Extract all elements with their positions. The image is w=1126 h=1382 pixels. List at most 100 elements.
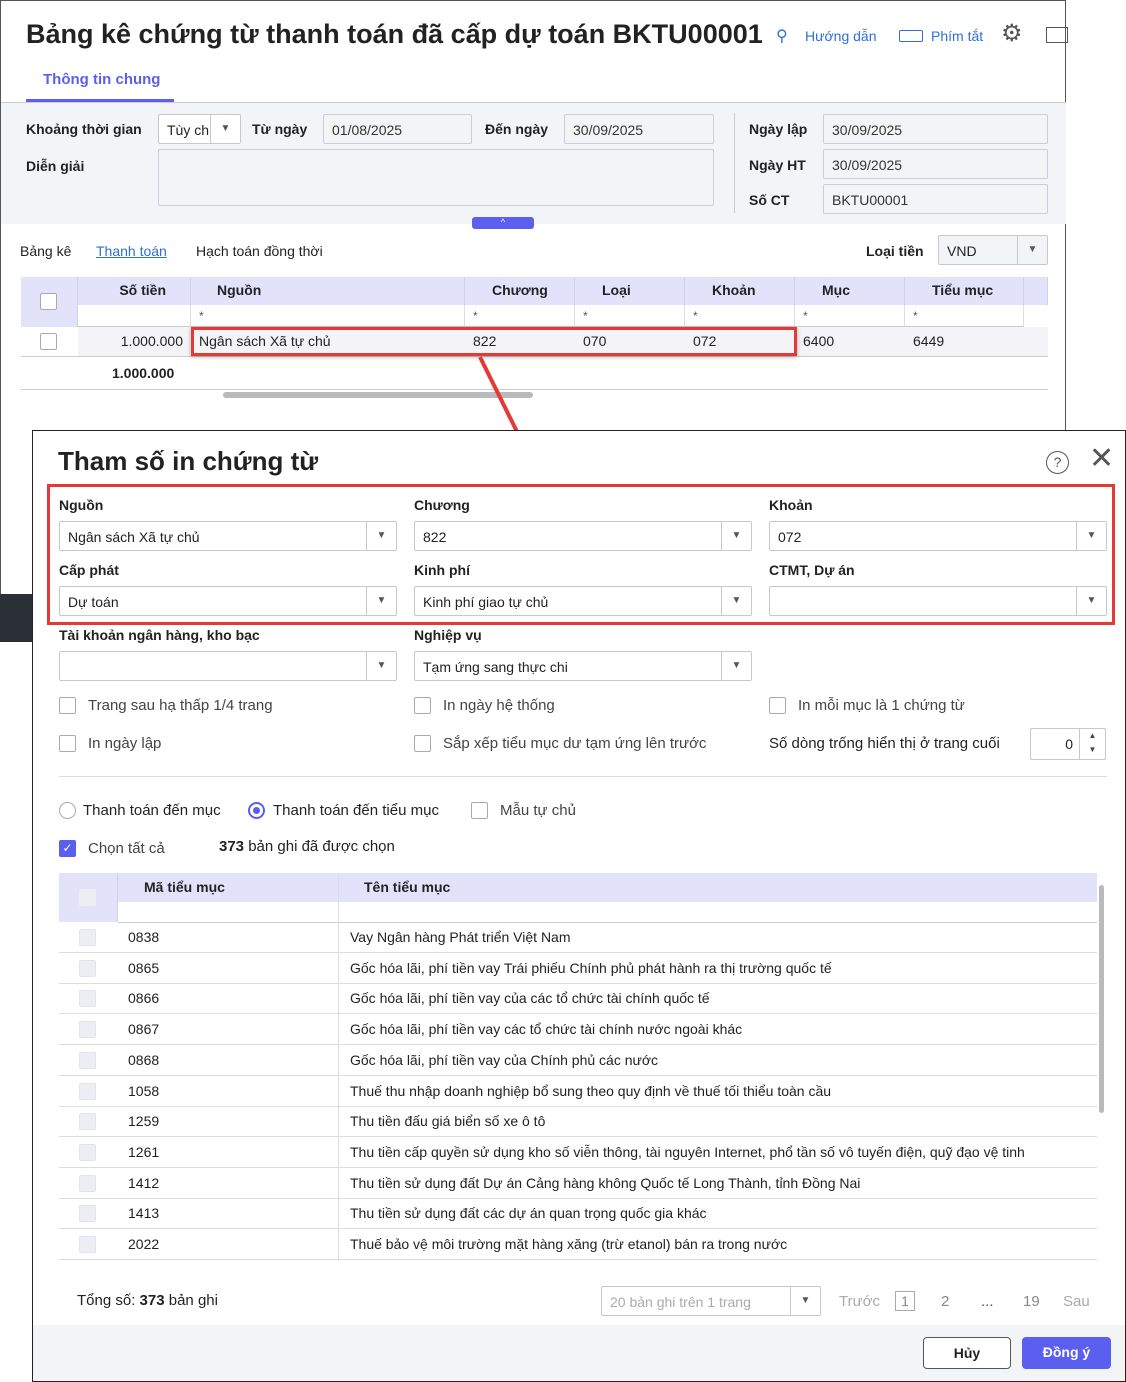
empty-rows-value: 0 [1065, 736, 1073, 752]
close-icon[interactable]: ✕ [1089, 444, 1114, 474]
chapter-value: 822 [423, 529, 447, 545]
print-date-checkbox[interactable] [59, 735, 76, 752]
operation-value: Tạm ứng sang thực chi [423, 659, 568, 675]
allocation-select[interactable]: Dự toán ▼ [59, 586, 397, 616]
item-select[interactable]: 072 ▼ [769, 521, 1107, 551]
callout-arrow [478, 356, 541, 480]
page-1[interactable]: 1 [895, 1291, 915, 1311]
ok-button[interactable]: Đồng ý [1022, 1337, 1111, 1369]
cell-code: 1261 [128, 1143, 160, 1160]
chevron-down-icon: ▼ [1076, 587, 1106, 615]
chevron-down-icon: ▼ [721, 587, 751, 615]
item-value: 072 [778, 529, 802, 545]
source-value: Ngân sách Xã tự chủ [68, 529, 200, 545]
row-checkbox[interactable] [79, 1236, 96, 1253]
cancel-button[interactable]: Hủy [923, 1337, 1011, 1369]
total-suffix: bản ghi [168, 1292, 218, 1309]
cell-code: 1058 [128, 1082, 160, 1099]
grid-select-all-checkbox[interactable] [79, 889, 96, 906]
custom-template-checkbox[interactable] [471, 802, 488, 819]
cell-code: 0868 [128, 1051, 160, 1068]
stepper-arrows-icon[interactable]: ▲ ▼ [1079, 729, 1105, 759]
page-2[interactable]: 2 [941, 1293, 949, 1310]
lower-page-checkbox[interactable] [59, 697, 76, 714]
one-per-item-checkbox[interactable] [769, 697, 786, 714]
table-row[interactable]: 1058 Thuế thu nhập doanh nghiệp bổ sung t… [59, 1075, 1097, 1107]
project-select[interactable]: ▼ [769, 586, 1107, 616]
table-row[interactable]: 0867 Gốc hóa lãi, phí tiền vay các tổ chứ… [59, 1014, 1097, 1046]
vertical-scrollbar[interactable] [1099, 885, 1104, 1113]
cell-name: Gốc hóa lãi, phí tiền vay Trái phiếu Chí… [338, 952, 832, 983]
row-checkbox[interactable] [79, 1113, 96, 1131]
row-checkbox[interactable] [79, 1143, 96, 1161]
funding-label: Kinh phí [414, 562, 470, 578]
col-code[interactable]: Mã tiểu mục [144, 879, 225, 895]
table-row[interactable]: 0838 Vay Ngân hàng Phát triển Việt Nam [59, 922, 1097, 953]
button-bar: Hủy Đồng ý [33, 1325, 1125, 1381]
chevron-down-icon: ▼ [721, 522, 751, 550]
table-row[interactable]: 1412 Thu tiền sử dụng đất Dự án Cảng hàng… [59, 1167, 1097, 1199]
funding-select[interactable]: Kinh phí giao tự chủ ▼ [414, 586, 752, 616]
radio-to-section[interactable] [59, 802, 76, 819]
cell-name: Thu tiền cấp quyền sử dụng kho số viễn t… [338, 1136, 1025, 1167]
lower-page-label: Trang sau hạ thấp 1/4 trang [88, 697, 273, 714]
table-row[interactable]: 0868 Gốc hóa lãi, phí tiền vay của Chính … [59, 1044, 1097, 1076]
cell-name: Vay Ngân hàng Phát triển Việt Nam [338, 922, 571, 952]
grid-filter-row[interactable] [118, 902, 1097, 923]
table-row[interactable]: 1413 Thu tiền sử dụng đất các dự án quan … [59, 1198, 1097, 1230]
cell-name: Thuế bảo vệ môi trường mặt hàng xăng (tr… [338, 1229, 787, 1259]
row-checkbox[interactable] [79, 959, 96, 977]
table-row[interactable]: 0865 Gốc hóa lãi, phí tiền vay Trái phiếu… [59, 952, 1097, 984]
operation-label: Nghiệp vụ [414, 627, 482, 643]
radio-to-subsection[interactable] [248, 802, 265, 819]
select-all-checkbox[interactable]: ✓ [59, 840, 76, 857]
sort-advance-label: Sắp xếp tiểu mục dư tạm ứng lên trước [443, 735, 707, 752]
bank-label: Tài khoản ngân hàng, kho bạc [59, 627, 260, 643]
col-name[interactable]: Tên tiểu mục [364, 879, 450, 895]
system-date-checkbox[interactable] [414, 697, 431, 714]
cell-code: 0866 [128, 990, 160, 1007]
page-size-select[interactable]: 20 bản ghi trên 1 trang ▼ [601, 1286, 821, 1316]
chevron-down-icon: ▼ [790, 1287, 820, 1315]
cell-code: 0865 [128, 959, 160, 976]
divider [59, 776, 1107, 777]
page-size-value: 20 bản ghi trên 1 trang [610, 1294, 751, 1310]
prev-page[interactable]: Trước [839, 1293, 880, 1310]
cell-code: 0867 [128, 1021, 160, 1038]
next-page[interactable]: Sau [1063, 1293, 1090, 1310]
row-checkbox[interactable] [79, 990, 96, 1008]
dark-panel [0, 594, 32, 642]
sort-advance-checkbox[interactable] [414, 735, 431, 752]
table-row[interactable]: 1261 Thu tiền cấp quyền sử dụng kho số vi… [59, 1136, 1097, 1168]
footer: Tổng số: 373 bản ghi 20 bản ghi trên 1 t… [33, 1261, 1125, 1325]
bank-select[interactable]: ▼ [59, 651, 397, 681]
item-label: Khoản [769, 497, 813, 513]
chapter-select[interactable]: 822 ▼ [414, 521, 752, 551]
row-checkbox[interactable] [79, 929, 96, 946]
empty-rows-stepper[interactable]: 0 ▲ ▼ [1030, 728, 1106, 760]
cell-name: Gốc hóa lãi, phí tiền vay các tổ chức tà… [338, 1014, 742, 1045]
cell-name: Thu tiền sử dụng đất các dự án quan trọn… [338, 1198, 707, 1229]
source-select[interactable]: Ngân sách Xã tự chủ ▼ [59, 521, 397, 551]
total-count: 373 [139, 1292, 165, 1309]
chevron-down-icon: ▼ [366, 587, 396, 615]
table-row[interactable]: 1259 Thu tiền đấu giá biển số xe ô tô [59, 1106, 1097, 1138]
row-checkbox[interactable] [79, 1082, 96, 1100]
help-icon[interactable]: ? [1046, 451, 1069, 474]
page-19[interactable]: 19 [1023, 1293, 1040, 1310]
table-row[interactable]: 2022 Thuế bảo vệ môi trường mặt hàng xăng… [59, 1229, 1097, 1260]
chevron-down-icon: ▼ [1076, 522, 1106, 550]
row-checkbox[interactable] [79, 1021, 96, 1039]
table-row[interactable]: 0866 Gốc hóa lãi, phí tiền vay của các tổ… [59, 983, 1097, 1015]
operation-select[interactable]: Tạm ứng sang thực chi ▼ [414, 651, 752, 681]
cell-code: 0838 [128, 929, 160, 945]
dialog-title: Tham số in chứng từ [58, 446, 319, 476]
row-checkbox[interactable] [79, 1174, 96, 1192]
row-checkbox[interactable] [79, 1205, 96, 1223]
selected-count: 373 [219, 838, 245, 855]
custom-template-label: Mẫu tự chủ [500, 802, 576, 819]
allocation-value: Dự toán [68, 594, 119, 610]
row-checkbox[interactable] [79, 1051, 96, 1069]
funding-value: Kinh phí giao tự chủ [423, 594, 549, 610]
radio-to-subsection-label: Thanh toán đến tiểu mục [273, 802, 439, 819]
